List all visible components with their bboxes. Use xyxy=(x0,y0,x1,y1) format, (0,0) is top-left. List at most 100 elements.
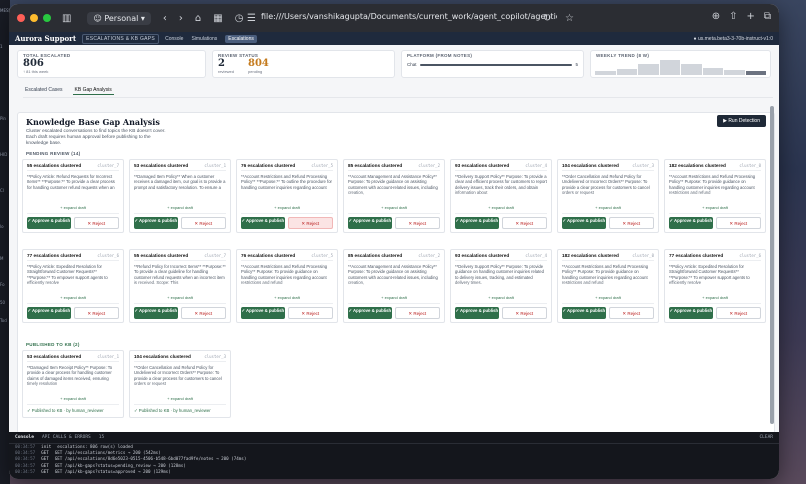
card-actions: ✓ Approve & publish ✕ Reject xyxy=(669,213,761,229)
downloads-icon[interactable]: ⊕ xyxy=(712,11,720,22)
card-actions: ✓ Approve & publish ✕ Reject xyxy=(134,213,226,229)
history-icon[interactable]: ◷ xyxy=(235,13,244,24)
desktop-label: Fo xyxy=(0,282,5,287)
expand-draft-link[interactable]: + expand draft xyxy=(348,295,440,300)
api-calls-tab[interactable]: API CALLS & ERRORS xyxy=(42,435,91,440)
expand-draft-link[interactable]: + expand draft xyxy=(669,295,761,300)
desktop-label: 50 xyxy=(0,300,6,305)
expand-draft-link[interactable]: + expand draft xyxy=(134,396,226,401)
reject-button[interactable]: ✕ Reject xyxy=(287,307,333,319)
console-tabs: Console API CALLS & ERRORS 15 CLEAR xyxy=(9,432,779,444)
reject-button[interactable]: ✕ Reject xyxy=(394,217,440,229)
address-bar[interactable]: file:///Users/vanshikagupta/Documents/cu… xyxy=(261,12,557,21)
page-settings-icon[interactable]: ☰ xyxy=(247,13,256,24)
approve-publish-button[interactable]: ✓ Approve & publish xyxy=(134,217,178,229)
approve-publish-button[interactable]: ✓ Approve & publish xyxy=(669,307,713,319)
close-window-button[interactable] xyxy=(17,14,25,22)
cluster-id: cluster_4 xyxy=(525,163,547,168)
expand-draft-link[interactable]: + expand draft xyxy=(241,295,333,300)
tab-kb-gap-analysis[interactable]: KB Gap Analysis xyxy=(72,86,114,95)
expand-draft-link[interactable]: + expand draft xyxy=(241,205,333,210)
approve-publish-button[interactable]: ✓ Approve & publish xyxy=(562,307,606,319)
total-escalated-card: TOTAL ESCALATED 806 ↑ 81 this week xyxy=(17,50,206,78)
expand-draft-link[interactable]: + expand draft xyxy=(134,205,226,210)
approve-publish-button[interactable]: ✓ Approve & publish xyxy=(669,217,713,229)
zoom-window-button[interactable] xyxy=(43,14,51,22)
reject-button[interactable]: ✕ Reject xyxy=(287,217,333,229)
clear-console-button[interactable]: CLEAR xyxy=(759,435,773,440)
reject-button[interactable]: ✕ Reject xyxy=(715,217,761,229)
app-brand[interactable]: Aurora Support xyxy=(15,34,76,43)
expand-draft-link[interactable]: + expand draft xyxy=(669,205,761,210)
expand-draft-link[interactable]: + expand draft xyxy=(562,205,654,210)
share-icon[interactable]: ⇧ xyxy=(729,11,737,22)
tab-overview-icon[interactable]: ⧉ xyxy=(764,11,771,22)
expand-draft-link[interactable]: + expand draft xyxy=(134,295,226,300)
gap-card: 55 escalations clustered cluster_7 **Polic… xyxy=(22,159,124,233)
approve-publish-button[interactable]: ✓ Approve & publish xyxy=(241,307,285,319)
kb-gap-panel: Knowledge Base Gap Analysis Cluster esca… xyxy=(17,112,775,434)
total-escalated-value: 806 xyxy=(23,58,44,69)
expand-draft-link[interactable]: + expand draft xyxy=(27,396,119,401)
reject-button[interactable]: ✕ Reject xyxy=(501,217,547,229)
console-panel: Console API CALLS & ERRORS 15 CLEAR 00:3… xyxy=(9,432,779,479)
reload-icon[interactable]: ↻ xyxy=(543,13,551,24)
approve-publish-button[interactable]: ✓ Approve & publish xyxy=(455,307,499,319)
new-tab-icon[interactable]: + xyxy=(746,11,754,22)
expand-draft-link[interactable]: + expand draft xyxy=(562,295,654,300)
reject-button[interactable]: ✕ Reject xyxy=(180,307,226,319)
scrollbar[interactable] xyxy=(770,106,774,424)
reject-button[interactable]: ✕ Reject xyxy=(180,217,226,229)
reject-button[interactable]: ✕ Reject xyxy=(608,217,654,229)
reject-button[interactable]: ✕ Reject xyxy=(394,307,440,319)
draft-preview: **Damaged Item Policy** When a customer … xyxy=(134,174,226,190)
page-title: Knowledge Base Gap Analysis xyxy=(26,117,160,127)
published-header: PUBLISHED TO KB (2) xyxy=(26,342,80,347)
page-description: Cluster escalated conversations to find … xyxy=(26,128,166,145)
nav-console[interactable]: Console xyxy=(165,36,183,42)
card-actions: ✓ Approve & publish ✕ Reject xyxy=(455,213,547,229)
reject-button[interactable]: ✕ Reject xyxy=(715,307,761,319)
bookmark-star-icon[interactable]: ☆ xyxy=(565,13,574,24)
tab-escalated-cases[interactable]: Escalated Cases xyxy=(23,86,65,95)
draft-preview: **Account Management and Assistance Poli… xyxy=(348,174,438,196)
approve-publish-button[interactable]: ✓ Approve & publish xyxy=(348,307,392,319)
cluster-count: 55 escalations clustered xyxy=(134,253,189,258)
approve-publish-button[interactable]: ✓ Approve & publish xyxy=(241,217,285,229)
approve-publish-button[interactable]: ✓ Approve & publish xyxy=(348,217,392,229)
profile-button[interactable]: ☺ Personal ▾ xyxy=(87,11,151,25)
console-message: GET /api/kb-gaps?status=approved → 200 (… xyxy=(54,468,171,474)
reject-button[interactable]: ✕ Reject xyxy=(73,217,119,229)
expand-draft-link[interactable]: + expand draft xyxy=(27,205,119,210)
reject-button[interactable]: ✕ Reject xyxy=(73,307,119,319)
expand-draft-link[interactable]: + expand draft xyxy=(455,295,547,300)
approve-publish-button[interactable]: ✓ Approve & publish xyxy=(27,217,71,229)
card-header: 53 escalations clustered cluster_1 xyxy=(27,354,119,362)
run-detection-button[interactable]: ▶ Run Detection xyxy=(717,115,766,127)
expand-draft-link[interactable]: + expand draft xyxy=(455,205,547,210)
sidebar-toggle-icon[interactable]: ▥ xyxy=(62,13,71,24)
draft-preview: **Account Restrictions and Refund Proces… xyxy=(241,264,328,286)
expand-draft-link[interactable]: + expand draft xyxy=(27,295,119,300)
forward-icon[interactable]: › xyxy=(179,13,183,24)
cluster-id: cluster_6 xyxy=(739,253,761,258)
gap-card: 93 escalations clustered cluster_4 **Deliv… xyxy=(450,159,552,233)
trend-bar xyxy=(638,63,659,75)
minimize-window-button[interactable] xyxy=(30,14,38,22)
reject-button[interactable]: ✕ Reject xyxy=(608,307,654,319)
nav-escalations[interactable]: Escalations xyxy=(225,34,257,43)
approve-publish-button[interactable]: ✓ Approve & publish xyxy=(455,217,499,229)
trend-bar xyxy=(702,67,723,75)
approve-publish-button[interactable]: ✓ Approve & publish xyxy=(562,217,606,229)
card-header: 77 escalations clustered cluster_6 xyxy=(669,253,761,261)
expand-draft-link[interactable]: + expand draft xyxy=(348,205,440,210)
approve-publish-button[interactable]: ✓ Approve & publish xyxy=(27,307,71,319)
back-icon[interactable]: ‹ xyxy=(163,13,167,24)
home-icon[interactable]: ⌂ xyxy=(195,13,201,24)
console-tab[interactable]: Console xyxy=(15,435,34,440)
reject-button[interactable]: ✕ Reject xyxy=(501,307,547,319)
nav-simulations[interactable]: Simulations xyxy=(191,36,217,42)
approve-publish-button[interactable]: ✓ Approve & publish xyxy=(134,307,178,319)
apps-grid-icon[interactable]: ▦ xyxy=(213,13,222,24)
app-navbar: Aurora Support ESCALATIONS & KB GAPS Con… xyxy=(9,32,779,45)
